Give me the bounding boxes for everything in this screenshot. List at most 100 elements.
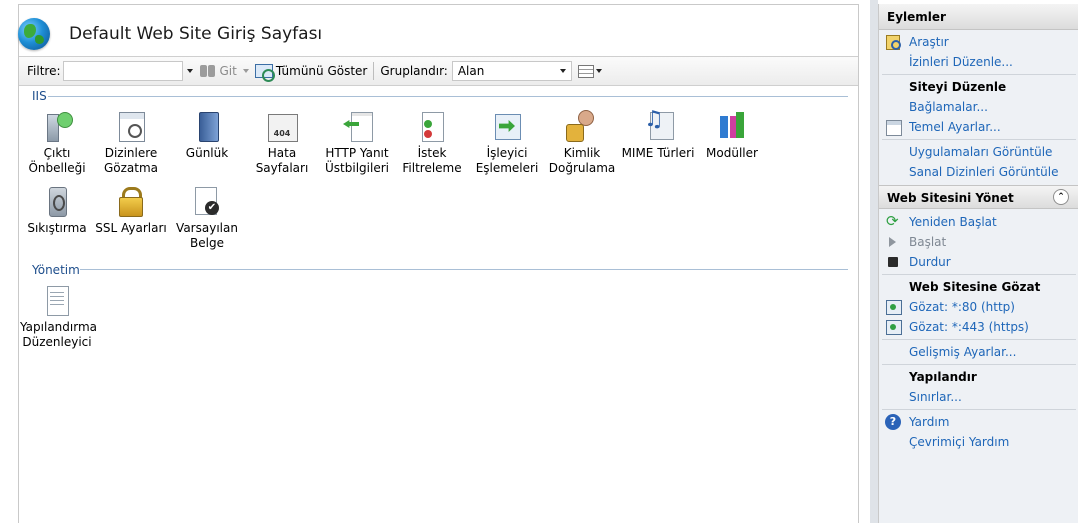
action-label: Temel Ayarlar... xyxy=(909,120,1001,134)
toolbar-separator xyxy=(373,62,375,80)
feature-label: Düzenleyici xyxy=(22,335,92,349)
manage-site-group-header[interactable]: Web Sitesini Yönet ⌃ xyxy=(879,185,1078,209)
action-heading: Yapılandır xyxy=(909,370,977,384)
browse-icon xyxy=(885,319,902,335)
feature-label: Sayfaları xyxy=(255,161,309,175)
action-help[interactable]: Yardım xyxy=(879,412,1078,432)
request-filtering-icon xyxy=(416,110,448,142)
filter-dropdown-icon[interactable] xyxy=(186,69,193,73)
mime-types-icon xyxy=(642,110,674,142)
action-browse-443[interactable]: Gözat: *:443 (https) xyxy=(879,317,1078,337)
feature-configuration-editor[interactable]: Yapılandırma Düzenleyici xyxy=(20,284,97,350)
action-label: İzinleri Düzenle... xyxy=(909,55,1013,69)
group-by-label: Gruplandır: xyxy=(380,64,448,78)
feature-label: Hata xyxy=(267,146,297,160)
collapse-icon[interactable]: ⌃ xyxy=(1053,189,1069,205)
page-title: Default Web Site Giriş Sayfası xyxy=(69,24,323,44)
feature-label: Doğrulama xyxy=(548,161,616,175)
feature-logging[interactable]: Günlük xyxy=(170,110,244,161)
action-stop[interactable]: Durdur xyxy=(879,252,1078,272)
actions-title: Eylemler xyxy=(879,4,1078,30)
feature-request-filtering[interactable]: İstek Filtreleme xyxy=(395,110,469,176)
play-icon xyxy=(885,234,901,250)
action-online-help[interactable]: Çevrimiçi Yardım xyxy=(879,432,1078,452)
browse-icon xyxy=(885,299,902,315)
settings-icon xyxy=(885,119,902,136)
output-cache-icon xyxy=(41,110,73,142)
action-bindings[interactable]: Bağlamalar... xyxy=(879,97,1078,117)
feature-ssl-settings[interactable]: SSL Ayarları xyxy=(94,185,168,236)
action-label: Sınırlar... xyxy=(909,390,962,404)
feature-directory-browsing[interactable]: Dizinlere Gözatma xyxy=(94,110,168,176)
feature-label: HTTP Yanıt xyxy=(325,146,389,160)
feature-label: Çıktı xyxy=(43,146,71,160)
feature-label: Dizinlere xyxy=(104,146,158,160)
error-pages-icon xyxy=(266,110,298,142)
divider xyxy=(882,409,1076,410)
action-edit-permissions[interactable]: İzinleri Düzenle... xyxy=(879,52,1078,72)
go-dropdown-icon[interactable] xyxy=(242,69,249,73)
modules-icon xyxy=(716,110,748,142)
feature-compression[interactable]: Sıkıştırma xyxy=(20,185,94,236)
feature-mime-types[interactable]: MIME Türleri xyxy=(620,110,696,161)
view-mode-button[interactable] xyxy=(577,64,602,78)
group-title: Web Sitesini Yönet xyxy=(887,191,1014,205)
divider xyxy=(882,339,1076,340)
action-restart[interactable]: Yeniden Başlat xyxy=(879,212,1078,232)
view-dropdown-icon xyxy=(595,69,602,73)
action-limits[interactable]: Sınırlar... xyxy=(879,387,1078,407)
feature-label: Gözatma xyxy=(103,161,159,175)
features-view: Default Web Site Giriş Sayfası Filtre: G… xyxy=(0,0,870,523)
action-basic-settings[interactable]: Temel Ayarlar... xyxy=(879,117,1078,137)
action-label: Yardım xyxy=(909,415,950,429)
default-document-icon xyxy=(191,185,223,217)
divider xyxy=(882,139,1076,140)
restart-icon xyxy=(885,212,901,230)
feature-handler-mappings[interactable]: İşleyici Eşlemeleri xyxy=(470,110,544,176)
feature-label: MIME Türleri xyxy=(621,146,695,160)
group-by-select[interactable]: Alan xyxy=(451,61,572,81)
action-label: Gelişmiş Ayarlar... xyxy=(909,345,1017,359)
feature-label: Önbelleği xyxy=(28,161,86,175)
feature-output-cache[interactable]: Çıktı Önbelleği xyxy=(20,110,94,176)
splitter[interactable] xyxy=(870,0,878,523)
configure-heading: Yapılandır xyxy=(879,367,1078,387)
stop-icon xyxy=(885,254,901,270)
action-view-virtual-dirs[interactable]: Sanal Dizinleri Görüntüle xyxy=(879,162,1078,182)
authentication-icon xyxy=(566,110,598,142)
feature-label: Üstbilgileri xyxy=(325,161,389,175)
lock-icon xyxy=(115,185,147,217)
compression-icon xyxy=(41,185,73,217)
directory-browsing-icon xyxy=(115,110,147,142)
feature-authentication[interactable]: Kimlik Doğrulama xyxy=(545,110,619,176)
feature-label: İşleyici xyxy=(486,146,528,160)
action-heading: Web Sitesine Gözat xyxy=(909,280,1041,294)
feature-error-pages[interactable]: Hata Sayfaları xyxy=(245,110,319,176)
action-start[interactable]: Başlat xyxy=(879,232,1078,252)
action-label: Uygulamaları Görüntüle xyxy=(909,145,1053,159)
show-all-icon xyxy=(254,64,275,82)
action-view-applications[interactable]: Uygulamaları Görüntüle xyxy=(879,142,1078,162)
feature-modules[interactable]: Modüller xyxy=(695,110,769,161)
feature-http-response-headers[interactable]: HTTP Yanıt Üstbilgileri xyxy=(320,110,394,176)
action-label: Gözat: *:443 (https) xyxy=(909,320,1029,334)
action-label: Araştır xyxy=(909,35,949,49)
feature-label: Modüller xyxy=(706,146,758,160)
go-button[interactable]: Git xyxy=(199,60,237,82)
action-advanced-settings[interactable]: Gelişmiş Ayarlar... xyxy=(879,342,1078,362)
feature-label: Kimlik xyxy=(563,146,601,160)
divider xyxy=(882,364,1076,365)
action-label: Başlat xyxy=(909,235,947,249)
show-all-button[interactable]: Tümünü Göster xyxy=(254,60,367,82)
explore-icon xyxy=(885,34,901,50)
action-heading: Siteyi Düzenle xyxy=(909,80,1007,94)
feature-label: Eşlemeleri xyxy=(475,161,539,175)
action-explore[interactable]: Araştır xyxy=(879,32,1078,52)
feature-label: Yapılandırma xyxy=(20,320,97,334)
feature-label: Günlük xyxy=(185,146,229,160)
section-iis: IIS xyxy=(32,89,47,103)
action-browse-80[interactable]: Gözat: *:80 (http) xyxy=(879,297,1078,317)
filter-input[interactable] xyxy=(62,61,183,81)
feature-default-document[interactable]: Varsayılan Belge xyxy=(170,185,244,251)
help-icon xyxy=(885,414,901,430)
